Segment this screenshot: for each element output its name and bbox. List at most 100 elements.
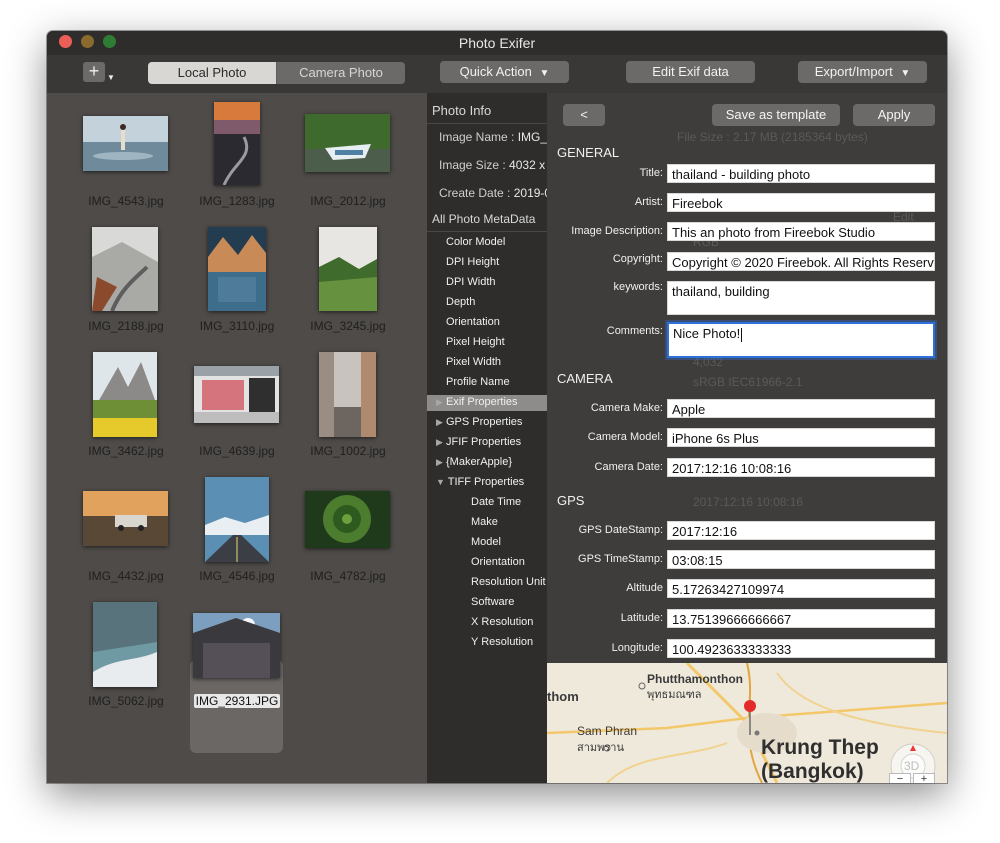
photo-thumbnail[interactable] <box>214 102 260 185</box>
meta-item[interactable]: DPI Height <box>446 256 499 268</box>
tab-camera-photo[interactable]: Camera Photo <box>277 62 405 84</box>
meta-item[interactable]: Pixel Height <box>446 336 505 348</box>
apply-button[interactable]: Apply <box>853 104 935 126</box>
export-import-button[interactable]: Export/Import ▼ <box>798 61 927 83</box>
minimize-window-button[interactable] <box>81 35 94 48</box>
photo-thumbnail[interactable] <box>205 477 269 562</box>
camera-date-field[interactable]: 2017:12:16 10:08:16 <box>667 458 935 477</box>
meta-item[interactable]: Pixel Width <box>446 356 501 368</box>
save-template-button[interactable]: Save as template <box>712 104 840 126</box>
meta-item[interactable]: Depth <box>446 296 475 308</box>
tiff-item[interactable]: Model <box>471 536 501 548</box>
description-label: Image Description: <box>571 225 663 237</box>
title-bar: Photo Exifer <box>47 31 947 55</box>
chevron-down-icon[interactable]: ▼ <box>107 73 115 82</box>
comments-label: Comments: <box>606 325 663 337</box>
group-jfif[interactable]: ▶ JFIF Properties <box>436 436 521 448</box>
meta-item[interactable]: DPI Width <box>446 276 496 288</box>
photo-filename: IMG_3110.jpg <box>199 319 275 333</box>
group-tiff[interactable]: ▼ TIFF Properties <box>436 476 524 488</box>
photo-thumbnail[interactable] <box>83 116 168 171</box>
photo-thumbnail[interactable] <box>83 491 168 546</box>
map-zoom-out-button[interactable]: − <box>889 773 911 783</box>
map-zoom-in-button[interactable]: + <box>913 773 935 783</box>
meta-item[interactable]: Orientation <box>446 316 500 328</box>
photo-filename: IMG_5062.jpg <box>88 694 164 708</box>
image-name-value: IMG_2931.JPG <box>517 130 547 144</box>
longitude-field[interactable]: 100.4923633333333 <box>667 639 935 658</box>
artist-label: Artist: <box>634 196 663 208</box>
create-date-label: Create Date : <box>439 186 511 200</box>
tiff-item[interactable]: Resolution Unit <box>471 576 546 588</box>
add-photo-button[interactable]: + <box>83 62 105 82</box>
map-label-samphran-thai: สามพราน <box>577 742 624 754</box>
chevron-down-icon: ▼ <box>900 68 911 79</box>
group-makerapple[interactable]: ▶ {MakerApple} <box>436 456 512 468</box>
photo-thumbnail[interactable] <box>319 352 376 437</box>
metadata-panel: Photo Info Image Name : IMG_2931.JPG Ima… <box>427 93 547 783</box>
group-label: JFIF Properties <box>445 436 522 448</box>
map-label-phutthamonthon: Phutthamonthon <box>647 672 743 686</box>
title-field[interactable]: thailand - building photo <box>667 164 935 183</box>
comments-field[interactable]: Nice Photo! <box>667 322 935 358</box>
tiff-item[interactable]: Y Resolution <box>471 636 533 648</box>
toolbar: + ▼ Local Photo Camera Photo Quick Actio… <box>47 55 947 95</box>
tiff-item[interactable]: Orientation <box>471 556 525 568</box>
chevron-left-icon: < <box>580 107 588 122</box>
description-field[interactable]: This an photo from Fireebok Studio <box>667 222 935 241</box>
image-name-label: Image Name : <box>439 130 515 144</box>
ghost-srgb: sRGB IEC61966-2.1 <box>693 375 803 389</box>
tiff-item[interactable]: Make <box>471 516 498 528</box>
meta-item[interactable]: Profile Name <box>446 376 510 388</box>
keywords-field[interactable]: thailand, building <box>667 281 935 315</box>
photo-thumbnail[interactable] <box>93 352 157 437</box>
group-gps[interactable]: ▶ GPS Properties <box>436 416 522 428</box>
edit-exif-panel: File Size : 2.17 MB (2185364 bytes) Edit… <box>547 93 947 663</box>
tiff-item[interactable]: X Resolution <box>471 616 533 628</box>
create-date-value: 2019-03-15 03:30:17 <box>513 186 547 200</box>
tab-local-photo[interactable]: Local Photo <box>148 62 276 84</box>
image-size-value: 4032 x 3024 <box>509 158 547 172</box>
map-label-krung-thep: Krung Thep <box>761 736 879 759</box>
quick-action-button[interactable]: Quick Action ▼ <box>440 61 569 83</box>
photo-thumbnail[interactable] <box>194 366 279 423</box>
latitude-field[interactable]: 13.75139666666667 <box>667 609 935 628</box>
plus-icon: + <box>88 61 100 81</box>
group-label: {MakerApple} <box>445 456 513 468</box>
divider <box>427 231 547 232</box>
photo-thumbnail[interactable] <box>92 227 158 311</box>
photo-thumbnail[interactable] <box>305 114 390 172</box>
image-size-row: Image Size : 4032 x 3024 <box>439 158 547 172</box>
camera-make-field[interactable]: Apple <box>667 399 935 418</box>
map-label-phutthamonthon-thai: พุทธมณฑล <box>647 689 702 701</box>
meta-item[interactable]: Color Model <box>446 236 505 248</box>
altitude-field[interactable]: 5.17263427109974 <box>667 579 935 598</box>
photo-thumbnail[interactable] <box>93 602 157 687</box>
close-window-button[interactable] <box>59 35 72 48</box>
group-exif[interactable]: ▶ Exif Properties <box>436 396 518 408</box>
artist-field[interactable]: Fireebok <box>667 193 935 212</box>
copyright-field[interactable]: Copyright © 2020 Fireebok. All Rights Re… <box>667 252 935 271</box>
photo-filename: IMG_2012.jpg <box>310 194 386 208</box>
map-3d-label[interactable]: 3D <box>904 759 919 773</box>
tiff-item[interactable]: Date Time <box>471 496 521 508</box>
title-label: Title: <box>639 167 663 179</box>
disclosure-triangle-icon: ▶ <box>436 397 443 407</box>
edit-exif-button[interactable]: Edit Exif data <box>626 61 755 83</box>
map-label-thom: thom <box>547 689 579 704</box>
back-button[interactable]: < <box>563 104 605 126</box>
chevron-down-icon: ▼ <box>539 68 550 79</box>
zoom-window-button[interactable] <box>103 35 116 48</box>
gps-timestamp-field[interactable]: 03:08:15 <box>667 550 935 569</box>
tiff-item[interactable]: Software <box>471 596 514 608</box>
comments-value: Nice Photo! <box>673 326 741 341</box>
photo-thumbnail[interactable] <box>305 491 390 548</box>
gps-datestamp-field[interactable]: 2017:12:16 <box>667 521 935 540</box>
location-map[interactable]: Phutthamonthon พุทธมณฑล thom Sam Phran ส… <box>547 663 947 783</box>
photo-thumbnail[interactable] <box>208 227 266 311</box>
ghost-file-size: File Size : 2.17 MB (2185364 bytes) <box>677 130 868 144</box>
photo-thumbnail[interactable] <box>193 613 280 678</box>
image-name-row: Image Name : IMG_2931.JPG <box>439 130 547 144</box>
camera-model-field[interactable]: iPhone 6s Plus <box>667 428 935 447</box>
photo-thumbnail[interactable] <box>319 227 377 311</box>
